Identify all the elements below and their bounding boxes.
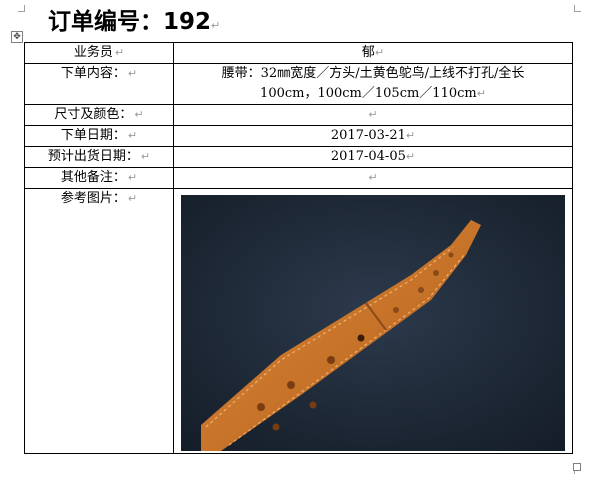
label-cell[interactable]: 下单内容： ↵ [24, 63, 174, 105]
belt-quill-bump [448, 252, 454, 258]
paragraph-mark: ↵ [405, 129, 416, 142]
table-row: 下单内容： ↵ 腰带：32㎜宽度／方头/土黄色鸵鸟/上线不打孔/全长 100cm，… [24, 63, 573, 105]
order-content-line1: 腰带：32㎜宽度／方头/土黄色鸵鸟/上线不打孔/全长 [221, 66, 525, 81]
table-resize-handle[interactable] [573, 463, 581, 471]
value-cell[interactable]: 腰带：32㎜宽度／方头/土黄色鸵鸟/上线不打孔/全长 100cm，100cm／1… [173, 63, 573, 105]
order-table: 业务员 ↵ 郁↵ 下单内容： ↵ 腰带：32㎜宽度／方头/土黄色鸵鸟/上线不打孔/全… [24, 42, 573, 454]
paragraph-mark: ↵ [368, 108, 378, 121]
paragraph-mark: ↵ [134, 108, 144, 121]
belt-hole [287, 381, 295, 389]
paragraph-mark: ↵ [127, 171, 138, 184]
order-date-value: 2017-03-21 [330, 128, 406, 143]
table-row: 尺寸及颜色： ↵ ↵ [24, 104, 573, 126]
page-corner-mark [18, 5, 25, 12]
label-text: 预计出货日期： [47, 149, 139, 164]
value-cell[interactable]: 2017-04-05↵ [173, 146, 573, 168]
table-row: 下单日期： ↵ 2017-03-21↵ [24, 125, 573, 147]
label-text: 尺寸及颜色： [54, 107, 133, 122]
paragraph-mark: ↵ [374, 46, 385, 59]
paragraph-mark: ↵ [211, 19, 221, 32]
paragraph-mark: ↵ [127, 129, 138, 142]
title-text: 订单编号：192 [48, 9, 212, 35]
belt-quill-bump [309, 401, 317, 409]
paragraph-mark: ↵ [114, 46, 125, 59]
label-cell[interactable]: 预计出货日期： ↵ [24, 146, 174, 168]
belt-hole [357, 334, 365, 342]
belt-quill-bump [393, 307, 399, 313]
paragraph-mark: ↵ [127, 67, 138, 80]
label-cell[interactable]: 业务员 ↵ [24, 42, 174, 64]
belt-quill-bump [272, 423, 280, 431]
order-content-line2: 100cm，100cm／105cm／110cm [260, 86, 477, 101]
label-text: 业务员 [73, 45, 113, 60]
belt-photo[interactable] [181, 195, 565, 451]
paragraph-mark: ↵ [368, 171, 378, 184]
page-title: 订单编号：192↵ [48, 6, 220, 38]
label-cell[interactable]: 参考图片： ↵ [24, 188, 174, 454]
belt-quill-bump [418, 287, 424, 293]
paragraph-mark: ↵ [127, 192, 138, 205]
image-cell[interactable] [173, 188, 573, 454]
table-row: 参考图片： ↵ [24, 188, 573, 454]
ship-date-value: 2017-04-05 [330, 149, 406, 164]
label-text: 下单日期： [60, 128, 126, 143]
salesperson-value: 郁 [361, 45, 375, 60]
paragraph-mark: ↵ [476, 87, 486, 100]
table-row: 其他备注： ↵ ↵ [24, 167, 573, 189]
belt-hole [327, 356, 335, 364]
label-text: 下单内容： [60, 66, 126, 81]
table-move-handle-icon[interactable]: ✥ [11, 31, 23, 43]
value-cell[interactable]: 2017-03-21↵ [173, 125, 573, 147]
label-text: 其他备注： [60, 170, 126, 185]
label-text: 参考图片： [60, 191, 126, 206]
belt-hole [257, 403, 265, 411]
belt-quill-bump [433, 270, 439, 276]
label-cell[interactable]: 下单日期： ↵ [24, 125, 174, 147]
label-cell[interactable]: 其他备注： ↵ [24, 167, 174, 189]
paragraph-mark: ↵ [405, 150, 416, 163]
paragraph-mark: ↵ [140, 150, 151, 163]
value-cell[interactable]: 郁↵ [173, 42, 573, 64]
page-corner-mark [574, 5, 581, 12]
table-row: 预计出货日期： ↵ 2017-04-05↵ [24, 146, 573, 168]
value-cell[interactable]: ↵ [173, 167, 573, 189]
order-content-line2-wrap: 100cm，100cm／105cm／110cm↵ [176, 84, 570, 104]
table-row: 业务员 ↵ 郁↵ [24, 42, 573, 64]
value-cell[interactable]: ↵ [173, 104, 573, 126]
label-cell[interactable]: 尺寸及颜色： ↵ [24, 104, 174, 126]
